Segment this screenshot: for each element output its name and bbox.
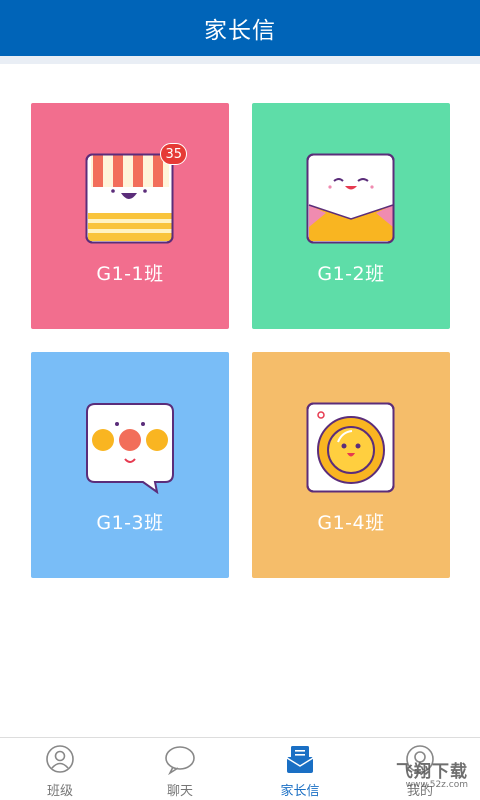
tab-label: 我的 [406,784,433,799]
class-card-g1-4[interactable]: G1-4班 [252,352,450,578]
tab-label: 聊天 [166,784,193,799]
bottom-tab-bar: 班级 聊天 家长信 我的 [0,737,480,800]
header-divider [0,56,480,64]
shop-icon: 35 [85,143,187,245]
letter-icon [286,746,314,773]
app-header: 家长信 [0,0,480,56]
profile-icon [406,745,434,773]
class-label: G1-4班 [317,512,385,534]
user-icon [46,745,74,773]
envelope-icon [306,153,396,245]
class-label: G1-2班 [317,263,385,285]
page-title: 家长信 [204,18,276,44]
unread-badge: 35 [160,143,187,165]
chat-bubble-icon [165,746,195,775]
tab-chat[interactable]: 聊天 [120,738,240,800]
chat-face-icon [85,402,175,495]
tab-class[interactable]: 班级 [0,738,120,800]
class-card-g1-3[interactable]: G1-3班 [31,352,229,578]
tab-label: 家长信 [280,784,320,799]
class-card-g1-2[interactable]: G1-2班 [252,103,450,329]
tab-mine[interactable]: 我的 [360,738,480,800]
class-label: G1-3班 [96,512,164,534]
class-card-g1-1[interactable]: 35 G1-1班 [31,103,229,329]
class-label: G1-1班 [96,263,164,285]
coin-icon [306,402,396,494]
tab-parent-letter[interactable]: 家长信 [240,738,360,800]
tab-label: 班级 [46,784,73,799]
